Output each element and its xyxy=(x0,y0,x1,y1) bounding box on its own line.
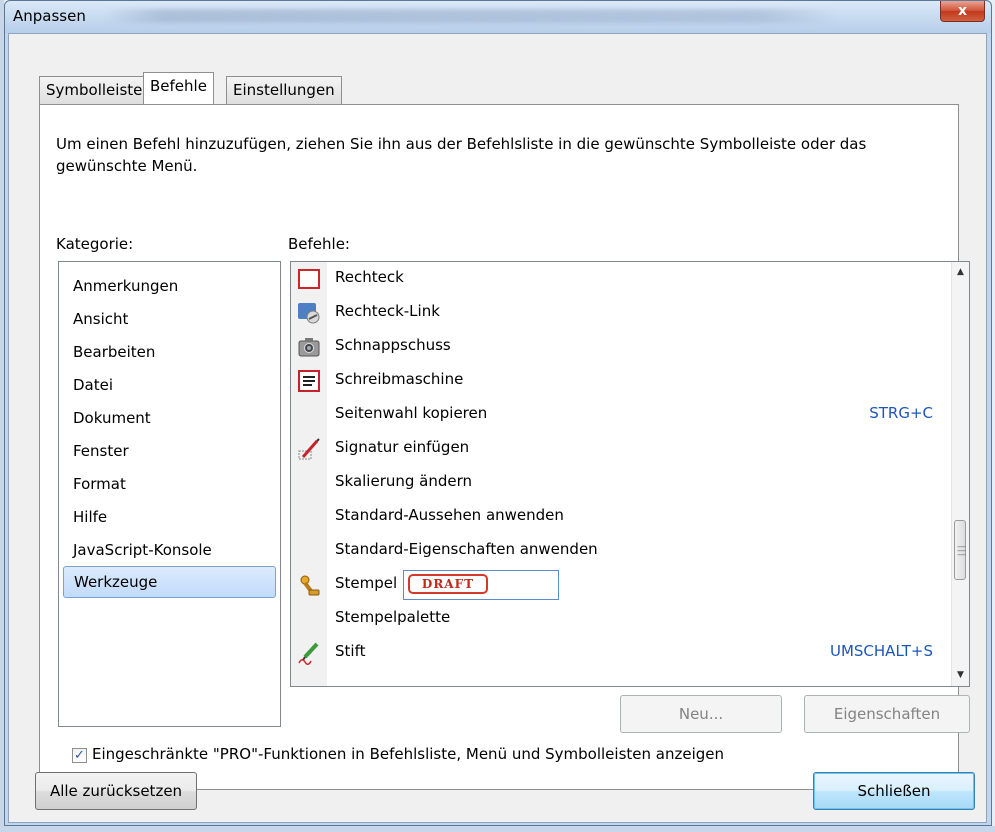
command-label: Rechteck-Link xyxy=(335,302,440,320)
command-label: Stempel xyxy=(335,574,398,592)
category-item-ansicht[interactable]: Ansicht xyxy=(63,303,276,335)
command-label: Skalierung ändern xyxy=(335,472,473,490)
command-item-standard-eigenschaften-anwenden[interactable]: Standard-Eigenschaften anwenden xyxy=(291,534,943,568)
grip-icon: — — — xyxy=(957,542,966,560)
pen-icon xyxy=(298,642,319,665)
dialog-client-area: Symbolleisten Befehle Einstellungen Um e… xyxy=(8,33,987,823)
command-item-standard-aussehen-anwenden[interactable]: Standard-Aussehen anwenden xyxy=(291,500,943,534)
close-button[interactable]: Schließen xyxy=(813,772,975,810)
close-window-button[interactable]: x xyxy=(940,1,985,22)
command-item-signatur-einfuegen[interactable]: Signatur einfügen xyxy=(291,432,943,466)
command-label: Rechteck xyxy=(335,268,404,286)
command-label: Signatur einfügen xyxy=(335,438,470,456)
tab-befehle[interactable]: Befehle xyxy=(143,72,214,104)
command-shortcut: STRG+C xyxy=(869,404,933,422)
command-item-stift[interactable]: Stift UMSCHALT+S xyxy=(291,636,943,670)
command-item-skalierung-aendern[interactable]: Skalierung ändern xyxy=(291,466,943,500)
command-item-schnappschuss[interactable]: Schnappschuss xyxy=(291,330,943,364)
command-item-stempel[interactable]: Stempel DRAFT xyxy=(291,568,943,602)
scroll-up-icon[interactable]: ▲ xyxy=(952,264,969,281)
command-list[interactable]: Rechteck Rechteck-Link Schnappschuss Sch… xyxy=(290,261,970,687)
pro-features-label: Eingeschränkte "PRO"-Funktionen in Befeh… xyxy=(92,745,725,763)
category-item-werkzeuge[interactable]: Werkzeuge xyxy=(63,566,276,598)
stamp-preview-dropdown[interactable]: DRAFT xyxy=(403,570,559,600)
command-label: Stift xyxy=(335,642,366,660)
command-item-seitenwahl-kopieren[interactable]: Seitenwahl kopieren STRG+C xyxy=(291,398,943,432)
new-button[interactable]: Neu... xyxy=(620,695,782,733)
tab-symbolleisten[interactable]: Symbolleisten xyxy=(39,76,159,104)
scrollbar-thumb[interactable]: — — — xyxy=(954,520,966,580)
command-list-scrollbar[interactable]: ▲ — — — ▼ xyxy=(951,262,969,686)
category-item-hilfe[interactable]: Hilfe xyxy=(63,501,276,533)
category-item-fenster[interactable]: Fenster xyxy=(63,435,276,467)
category-item-anmerkungen[interactable]: Anmerkungen xyxy=(63,270,276,302)
category-item-format[interactable]: Format xyxy=(63,468,276,500)
blurred-background-title xyxy=(105,9,835,23)
stamp-icon xyxy=(300,575,320,596)
title-bar[interactable]: Anpassen x xyxy=(5,1,991,33)
command-item-rechteck[interactable]: Rechteck xyxy=(291,262,943,296)
category-item-javascript-konsole[interactable]: JavaScript-Konsole xyxy=(63,534,276,566)
scroll-down-icon[interactable]: ▼ xyxy=(952,667,969,684)
tab-panel-befehle: Um einen Befehl hinzuzufügen, ziehen Sie… xyxy=(39,104,970,790)
draft-stamp-preview: DRAFT xyxy=(408,574,488,594)
commands-label: Befehle: xyxy=(288,235,350,253)
properties-button[interactable]: Eigenschaften xyxy=(804,695,970,733)
link-icon xyxy=(298,303,320,324)
category-label: Kategorie: xyxy=(56,235,134,253)
signature-icon xyxy=(298,438,320,460)
command-label: Standard-Aussehen anwenden xyxy=(335,506,564,524)
rectangle-icon xyxy=(298,269,320,289)
background-window-edge-bottom xyxy=(0,826,995,832)
command-label: Seitenwahl kopieren xyxy=(335,404,488,422)
dialog-title: Anpassen xyxy=(13,7,86,25)
instruction-text: Um einen Befehl hinzuzufügen, ziehen Sie… xyxy=(56,135,867,175)
customize-dialog: Anpassen x Symbolleisten Befehle Einstel… xyxy=(4,0,992,826)
command-label: Schreibmaschine xyxy=(335,370,464,388)
camera-icon xyxy=(298,338,320,357)
category-list[interactable]: Anmerkungen Ansicht Bearbeiten Datei Dok… xyxy=(58,261,281,727)
command-label: Stempelpalette xyxy=(335,608,451,626)
command-item-stempelpalette[interactable]: Stempelpalette xyxy=(291,602,943,636)
category-item-datei[interactable]: Datei xyxy=(63,369,276,401)
command-item-rechteck-link[interactable]: Rechteck-Link xyxy=(291,296,943,330)
category-item-dokument[interactable]: Dokument xyxy=(63,402,276,434)
command-item-schreibmaschine[interactable]: Schreibmaschine xyxy=(291,364,943,398)
command-label: Schnappschuss xyxy=(335,336,451,354)
command-label: Standard-Eigenschaften anwenden xyxy=(335,540,598,558)
category-item-bearbeiten[interactable]: Bearbeiten xyxy=(63,336,276,368)
pro-features-checkbox[interactable]: ✓ xyxy=(72,748,87,763)
typewriter-icon xyxy=(298,370,320,392)
command-shortcut: UMSCHALT+S xyxy=(829,642,933,660)
reset-all-button[interactable]: Alle zurücksetzen xyxy=(35,772,197,810)
tab-einstellungen[interactable]: Einstellungen xyxy=(226,76,342,104)
